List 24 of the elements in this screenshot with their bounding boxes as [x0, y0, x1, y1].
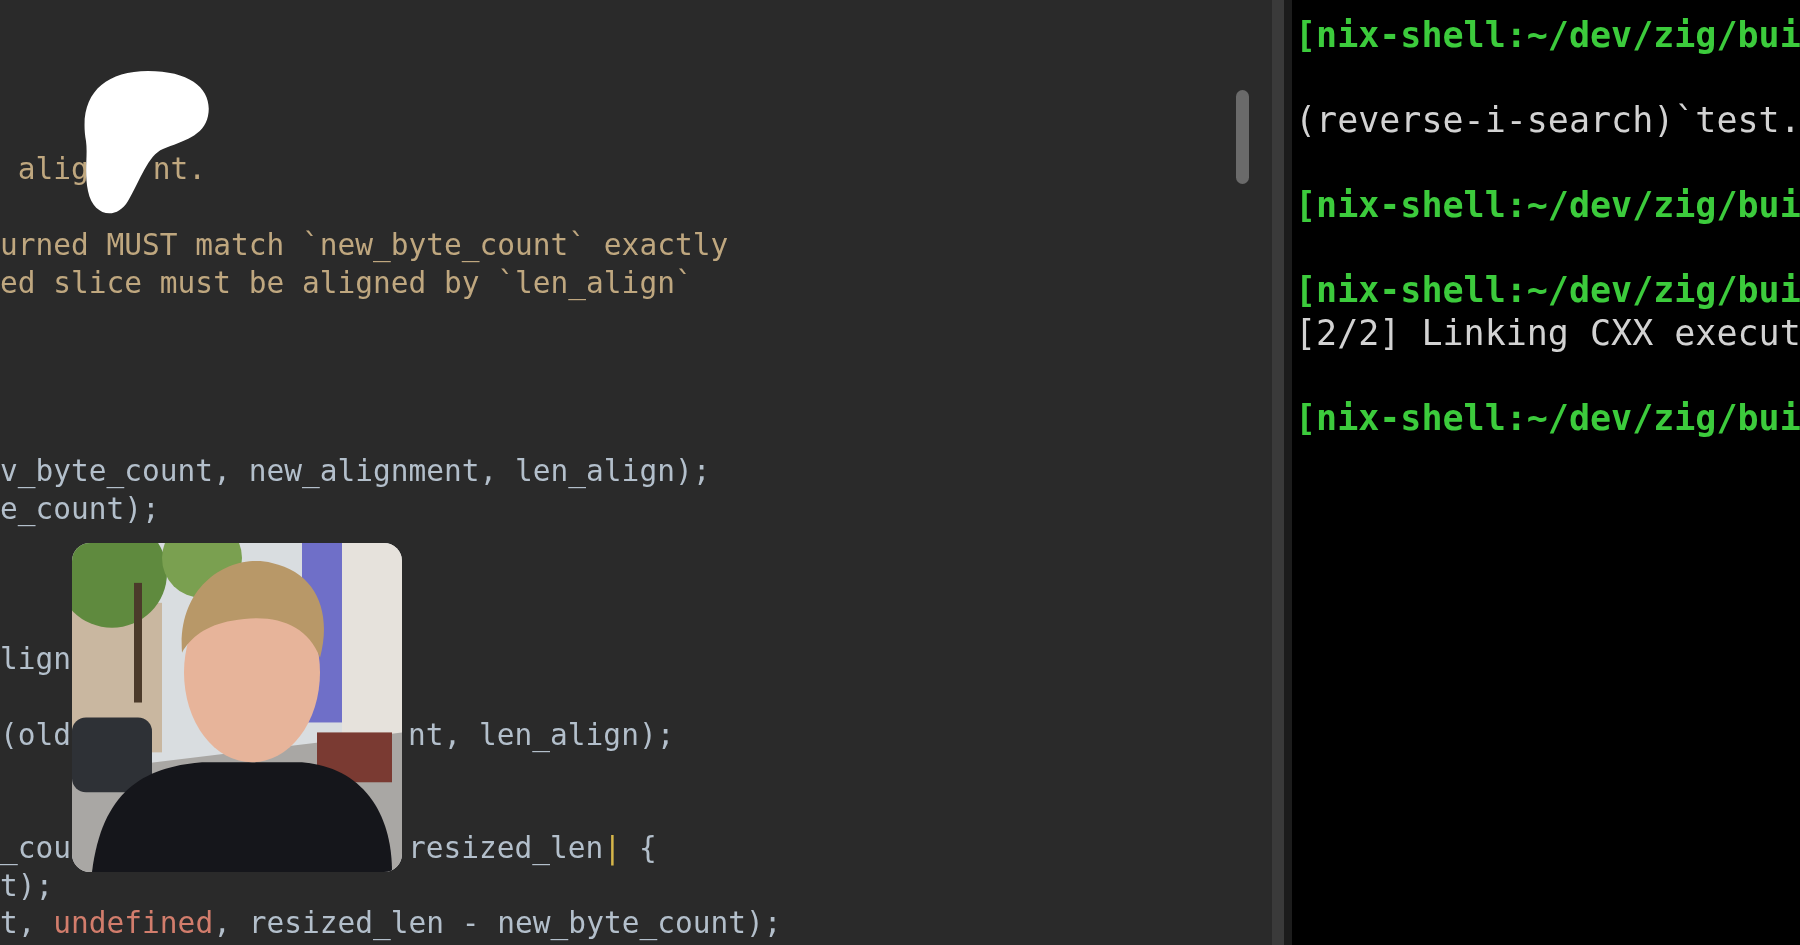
code-text: resized_len: [408, 829, 604, 868]
code-text: undefined: [53, 905, 214, 943]
code-text: e_count);: [0, 490, 160, 529]
code-text: urned MUST match `new_byte_count` exactly: [0, 226, 729, 265]
code-text: t,: [0, 905, 37, 943]
code-text: |: [603, 829, 622, 868]
scrollbar-thumb[interactable]: [1236, 90, 1249, 184]
shell-prompt: [nix-shell:~/dev/zig/bui: [1295, 396, 1800, 439]
terminal-output: [2/2] Linking CXX execut: [1295, 311, 1800, 354]
shell-prompt: [nix-shell:~/dev/zig/bui: [1295, 269, 1800, 312]
terminal-output: (reverse-i-search)`test.: [1295, 99, 1800, 142]
code-text: nt, len_align);: [408, 716, 675, 755]
code-text: , resized_len - new_byte_count);: [213, 905, 782, 943]
shell-prompt: [nix-shell:~/dev/zig/bui: [1295, 14, 1800, 57]
code-text: v_byte_count, new_alignment, len_align);: [0, 452, 711, 491]
code-text: alig: [16, 151, 89, 189]
code-text: nt.: [152, 151, 207, 189]
code-text: lign: [0, 641, 72, 679]
code-text: _cou: [0, 829, 72, 868]
code-text: {: [637, 829, 657, 867]
code-text: t);: [0, 867, 54, 905]
code-text: (old: [0, 716, 72, 754]
code-text: ed slice must be aligned by `len_align`: [0, 264, 693, 303]
shell-prompt: [nix-shell:~/dev/zig/bui: [1295, 184, 1800, 227]
